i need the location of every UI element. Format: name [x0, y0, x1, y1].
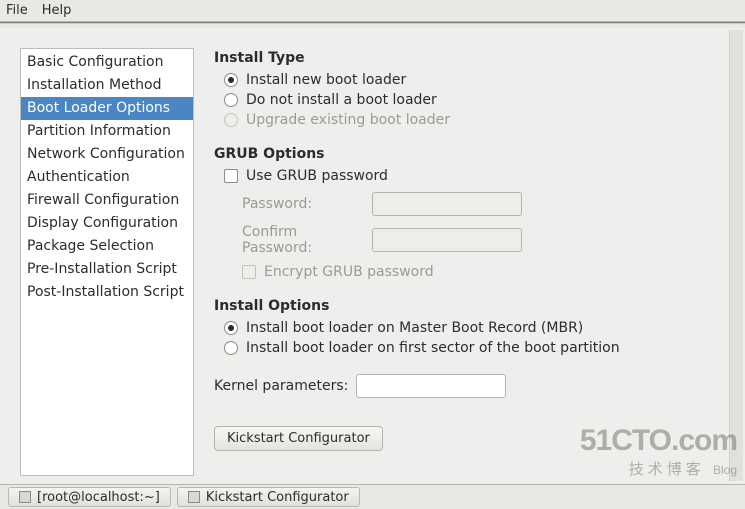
menu-file[interactable]: File [6, 3, 28, 18]
kickstart-configurator-button[interactable]: Kickstart Configurator [214, 426, 383, 451]
toolbar-separator [0, 22, 745, 24]
radio-upgrade-existing: Upgrade existing boot loader [224, 112, 737, 128]
app-icon [188, 491, 200, 503]
radio-icon [224, 341, 238, 355]
sidebar-item-partition-information[interactable]: Partition Information [21, 120, 193, 143]
row-kernel-parameters: Kernel parameters: [214, 374, 737, 398]
sidebar-item-boot-loader-options[interactable]: Boot Loader Options [21, 97, 193, 120]
checkbox-icon [242, 265, 256, 279]
sidebar: Basic Configuration Installation Method … [20, 48, 194, 476]
window-client: Basic Configuration Installation Method … [0, 28, 745, 484]
main-panel: Install Type Install new boot loader Do … [212, 48, 737, 476]
sidebar-item-post-installation-script[interactable]: Post-Installation Script [21, 281, 193, 304]
radio-icon [224, 113, 238, 127]
sidebar-item-authentication[interactable]: Authentication [21, 166, 193, 189]
radio-install-mbr[interactable]: Install boot loader on Master Boot Recor… [224, 320, 737, 336]
confirm-password-input [372, 228, 522, 252]
radio-icon [224, 321, 238, 335]
radio-install-new[interactable]: Install new boot loader [224, 72, 737, 88]
password-input [372, 192, 522, 216]
taskbar-button-terminal[interactable]: [root@localhost:~] [8, 487, 171, 507]
radio-label: Install new boot loader [246, 72, 406, 88]
radio-icon [224, 93, 238, 107]
checkbox-label: Encrypt GRUB password [264, 264, 434, 280]
radio-install-first-sector[interactable]: Install boot loader on first sector of t… [224, 340, 737, 356]
section-title-grub-options: GRUB Options [214, 146, 737, 162]
checkbox-use-grub-password[interactable]: Use GRUB password [224, 168, 737, 184]
sidebar-item-firewall-configuration[interactable]: Firewall Configuration [21, 189, 193, 212]
radio-label: Do not install a boot loader [246, 92, 437, 108]
row-grub-confirm-password: Confirm Password: [242, 224, 737, 256]
confirm-password-label: Confirm Password: [242, 224, 362, 256]
menu-help[interactable]: Help [42, 3, 72, 18]
sidebar-item-network-configuration[interactable]: Network Configuration [21, 143, 193, 166]
password-label: Password: [242, 196, 362, 212]
taskbar-label: Kickstart Configurator [206, 490, 349, 505]
taskbar: [root@localhost:~] Kickstart Configurato… [0, 484, 745, 509]
radio-label: Install boot loader on Master Boot Recor… [246, 320, 583, 336]
checkbox-label: Use GRUB password [246, 168, 388, 184]
sidebar-item-pre-installation-script[interactable]: Pre-Installation Script [21, 258, 193, 281]
kernel-parameters-label: Kernel parameters: [214, 378, 348, 394]
sidebar-item-basic-configuration[interactable]: Basic Configuration [21, 51, 193, 74]
terminal-icon [19, 491, 31, 503]
vertical-scrollbar[interactable] [729, 30, 743, 481]
section-title-install-type: Install Type [214, 50, 737, 66]
radio-icon [224, 73, 238, 87]
taskbar-label: [root@localhost:~] [37, 490, 160, 505]
section-title-install-options: Install Options [214, 298, 737, 314]
kernel-parameters-input[interactable] [356, 374, 506, 398]
checkbox-encrypt-grub-password: Encrypt GRUB password [242, 264, 737, 280]
checkbox-icon [224, 169, 238, 183]
radio-label: Upgrade existing boot loader [246, 112, 450, 128]
radio-label: Install boot loader on first sector of t… [246, 340, 620, 356]
menubar: File Help [0, 0, 745, 22]
sidebar-item-display-configuration[interactable]: Display Configuration [21, 212, 193, 235]
sidebar-item-installation-method[interactable]: Installation Method [21, 74, 193, 97]
taskbar-button-kickstart[interactable]: Kickstart Configurator [177, 487, 360, 507]
sidebar-item-package-selection[interactable]: Package Selection [21, 235, 193, 258]
row-grub-password: Password: [242, 192, 737, 216]
radio-do-not-install[interactable]: Do not install a boot loader [224, 92, 737, 108]
